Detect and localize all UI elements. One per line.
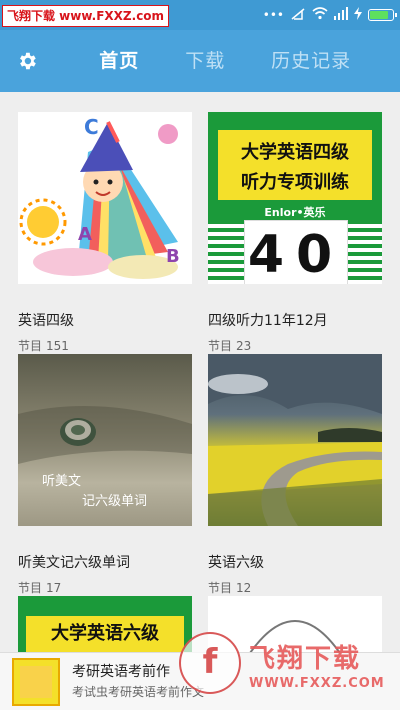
now-playing-cover	[12, 658, 60, 706]
program-count: 节目 151	[18, 337, 69, 354]
battery-icon	[368, 9, 397, 21]
cover-title-line1: 大学英语四级	[241, 142, 349, 163]
count-label: 节目	[208, 581, 233, 595]
tab-bar: 首页 下载 历史记录	[70, 30, 380, 92]
count-value: 12	[236, 581, 252, 595]
count-value: 23	[236, 339, 252, 353]
cover-brand: Enlor•英乐	[264, 206, 326, 219]
watermark-logo-icon: f	[179, 632, 241, 694]
svg-text:A: A	[78, 224, 92, 245]
count-label: 节目	[18, 339, 43, 353]
svg-text:B: B	[166, 246, 180, 267]
count-value: 17	[46, 581, 62, 595]
count-label: 节目	[208, 339, 233, 353]
program-card[interactable]: C A B 英语四级 节目 151	[18, 112, 192, 362]
status-indicators: •••	[262, 6, 397, 24]
watermark-banner: 飞翔下载 www.FXXZ.com	[2, 5, 170, 27]
watermark-name: 飞翔下载	[249, 644, 362, 674]
tab-downloads[interactable]: 下载	[168, 30, 242, 92]
tab-history[interactable]: 历史记录	[242, 30, 380, 92]
program-card[interactable]: 大学英语四级 听力专项训练 Enlor•英乐 40 四级听力11年12月 节目 2…	[208, 112, 382, 362]
program-title: 四级听力11年12月	[208, 313, 328, 329]
more-dots-icon: •••	[262, 8, 284, 22]
program-grid: C A B 英语四级 节目 151 大学英语四级 听力专项训练 Enlor•英乐 …	[0, 92, 400, 652]
program-title: 英语四级	[18, 313, 74, 329]
program-count: 节目 23	[208, 337, 251, 354]
cover-title-box: 大学英语六级	[26, 616, 184, 652]
program-card[interactable]: 听美文 记六级单词 听美文记六级单词 节目 17	[18, 354, 192, 604]
charging-icon	[354, 7, 362, 23]
program-card[interactable]: 英语六级 节目 12	[208, 354, 382, 604]
svg-text:C: C	[84, 115, 99, 139]
watermark-logo: f 飞翔下载 WWW.FXXZ.COM	[175, 628, 400, 709]
count-value: 151	[46, 339, 69, 353]
status-bar: 飞翔下载 www.FXXZ.com •••	[0, 0, 400, 30]
program-count: 节目 12	[208, 579, 251, 596]
cover-title-line2: 听力专项训练	[241, 172, 349, 193]
cover-image	[208, 354, 382, 526]
wifi-icon	[312, 7, 328, 23]
tab-home[interactable]: 首页	[70, 30, 168, 92]
program-title: 听美文记六级单词	[18, 555, 130, 571]
now-playing-title: 考研英语考前作	[72, 664, 170, 680]
cover-image: 大学英语四级 听力专项训练 Enlor•英乐 40	[208, 112, 382, 284]
signal-icon	[334, 7, 348, 23]
program-title: 英语六级	[208, 555, 264, 571]
cover-caption-1: 听美文	[42, 474, 82, 489]
watermark-url: WWW.FXXZ.COM	[249, 676, 385, 691]
cover-image: 大学英语六级	[18, 596, 192, 652]
signal-muted-icon	[290, 7, 306, 24]
cover-title-box: 大学英语四级 听力专项训练	[218, 130, 372, 200]
cover-image: 听美文 记六级单词	[18, 354, 192, 526]
app-bar: 首页 下载 历史记录	[0, 30, 400, 92]
cover-image: C A B	[18, 112, 192, 284]
gear-icon[interactable]	[16, 50, 38, 72]
cover-caption-2: 记六级单词	[82, 494, 148, 509]
cover-number-box: 40	[244, 220, 348, 284]
cover-number: 40	[247, 225, 345, 284]
count-label: 节目	[18, 581, 43, 595]
program-count: 节目 17	[18, 579, 61, 596]
program-card[interactable]: 大学英语六级	[18, 596, 192, 652]
